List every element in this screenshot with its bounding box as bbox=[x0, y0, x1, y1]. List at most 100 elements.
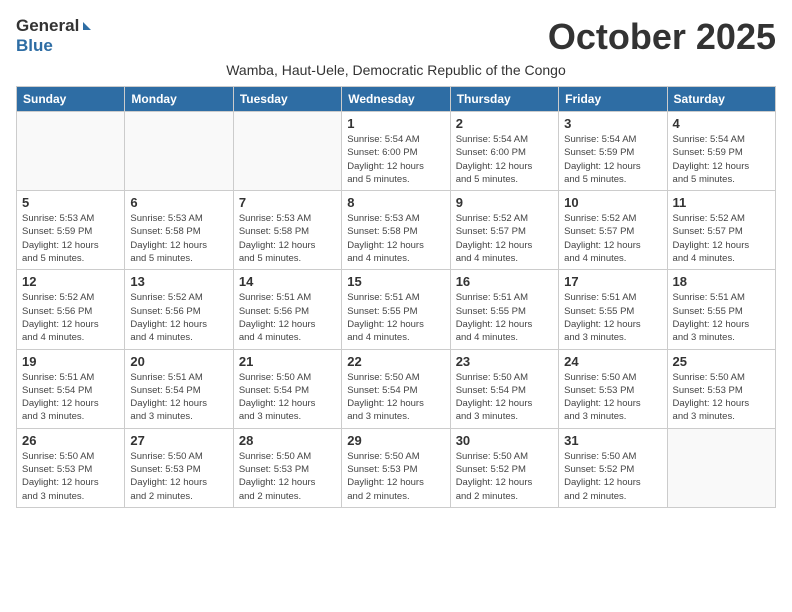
day-info: Sunrise: 5:51 AM Sunset: 5:55 PM Dayligh… bbox=[347, 291, 444, 344]
day-number: 10 bbox=[564, 195, 661, 210]
calendar-day-cell: 22 Sunrise: 5:50 AM Sunset: 5:54 PM Dayli… bbox=[342, 349, 450, 428]
day-number: 2 bbox=[456, 116, 553, 131]
day-info: Sunrise: 5:50 AM Sunset: 5:52 PM Dayligh… bbox=[564, 450, 661, 503]
day-number: 21 bbox=[239, 354, 336, 369]
weekday-header-cell: Friday bbox=[559, 87, 667, 112]
calendar-day-cell bbox=[233, 112, 341, 191]
calendar-day-cell bbox=[667, 428, 775, 507]
day-info: Sunrise: 5:51 AM Sunset: 5:55 PM Dayligh… bbox=[456, 291, 553, 344]
calendar-day-cell: 23 Sunrise: 5:50 AM Sunset: 5:54 PM Dayli… bbox=[450, 349, 558, 428]
calendar-day-cell: 6Sunrise: 5:53 AM Sunset: 5:58 PM Daylig… bbox=[125, 191, 233, 270]
day-info: Sunrise: 5:53 AM Sunset: 5:58 PM Dayligh… bbox=[239, 212, 336, 265]
day-number: 27 bbox=[130, 433, 227, 448]
day-number: 20 bbox=[130, 354, 227, 369]
calendar-body: 1 Sunrise: 5:54 AM Sunset: 6:00 PM Daylig… bbox=[17, 112, 776, 508]
weekday-header-cell: Wednesday bbox=[342, 87, 450, 112]
calendar-day-cell: 26 Sunrise: 5:50 AM Sunset: 5:53 PM Dayli… bbox=[17, 428, 125, 507]
calendar-day-cell: 28 Sunrise: 5:50 AM Sunset: 5:53 PM Dayli… bbox=[233, 428, 341, 507]
calendar-day-cell: 18 Sunrise: 5:51 AM Sunset: 5:55 PM Dayli… bbox=[667, 270, 775, 349]
calendar-day-cell: 25Sunrise: 5:50 AM Sunset: 5:53 PM Dayli… bbox=[667, 349, 775, 428]
calendar-day-cell: 20Sunrise: 5:51 AM Sunset: 5:54 PM Dayli… bbox=[125, 349, 233, 428]
logo-general: General bbox=[16, 16, 79, 36]
day-info: Sunrise: 5:50 AM Sunset: 5:54 PM Dayligh… bbox=[347, 371, 444, 424]
day-info: Sunrise: 5:50 AM Sunset: 5:53 PM Dayligh… bbox=[22, 450, 119, 503]
day-info: Sunrise: 5:50 AM Sunset: 5:53 PM Dayligh… bbox=[347, 450, 444, 503]
weekday-header-cell: Saturday bbox=[667, 87, 775, 112]
calendar-day-cell: 29 Sunrise: 5:50 AM Sunset: 5:53 PM Dayli… bbox=[342, 428, 450, 507]
day-info: Sunrise: 5:52 AM Sunset: 5:57 PM Dayligh… bbox=[456, 212, 553, 265]
day-number: 1 bbox=[347, 116, 444, 131]
day-number: 31 bbox=[564, 433, 661, 448]
day-info: Sunrise: 5:54 AM Sunset: 5:59 PM Dayligh… bbox=[673, 133, 770, 186]
calendar-subtitle: Wamba, Haut-Uele, Democratic Republic of… bbox=[16, 62, 776, 78]
calendar-day-cell: 30Sunrise: 5:50 AM Sunset: 5:52 PM Dayli… bbox=[450, 428, 558, 507]
day-info: Sunrise: 5:50 AM Sunset: 5:53 PM Dayligh… bbox=[130, 450, 227, 503]
calendar-day-cell bbox=[125, 112, 233, 191]
calendar-week-row: 5 Sunrise: 5:53 AM Sunset: 5:59 PM Daylig… bbox=[17, 191, 776, 270]
calendar-day-cell: 19Sunrise: 5:51 AM Sunset: 5:54 PM Dayli… bbox=[17, 349, 125, 428]
calendar-day-cell: 13 Sunrise: 5:52 AM Sunset: 5:56 PM Dayli… bbox=[125, 270, 233, 349]
calendar-day-cell: 31 Sunrise: 5:50 AM Sunset: 5:52 PM Dayli… bbox=[559, 428, 667, 507]
calendar-day-cell: 14 Sunrise: 5:51 AM Sunset: 5:56 PM Dayli… bbox=[233, 270, 341, 349]
weekday-header-row: SundayMondayTuesdayWednesdayThursdayFrid… bbox=[17, 87, 776, 112]
calendar-day-cell: 10Sunrise: 5:52 AM Sunset: 5:57 PM Dayli… bbox=[559, 191, 667, 270]
day-number: 22 bbox=[347, 354, 444, 369]
day-number: 29 bbox=[347, 433, 444, 448]
weekday-header-cell: Tuesday bbox=[233, 87, 341, 112]
day-number: 8 bbox=[347, 195, 444, 210]
day-number: 7 bbox=[239, 195, 336, 210]
calendar-week-row: 26 Sunrise: 5:50 AM Sunset: 5:53 PM Dayli… bbox=[17, 428, 776, 507]
calendar-day-cell: 4 Sunrise: 5:54 AM Sunset: 5:59 PM Daylig… bbox=[667, 112, 775, 191]
day-info: Sunrise: 5:54 AM Sunset: 6:00 PM Dayligh… bbox=[456, 133, 553, 186]
day-number: 23 bbox=[456, 354, 553, 369]
day-info: Sunrise: 5:50 AM Sunset: 5:53 PM Dayligh… bbox=[564, 371, 661, 424]
day-info: Sunrise: 5:52 AM Sunset: 5:57 PM Dayligh… bbox=[673, 212, 770, 265]
day-info: Sunrise: 5:50 AM Sunset: 5:52 PM Dayligh… bbox=[456, 450, 553, 503]
day-number: 24 bbox=[564, 354, 661, 369]
day-number: 6 bbox=[130, 195, 227, 210]
day-info: Sunrise: 5:53 AM Sunset: 5:58 PM Dayligh… bbox=[347, 212, 444, 265]
day-number: 19 bbox=[22, 354, 119, 369]
day-number: 18 bbox=[673, 274, 770, 289]
day-number: 13 bbox=[130, 274, 227, 289]
day-number: 16 bbox=[456, 274, 553, 289]
day-info: Sunrise: 5:51 AM Sunset: 5:55 PM Dayligh… bbox=[673, 291, 770, 344]
day-number: 5 bbox=[22, 195, 119, 210]
calendar-day-cell: 24 Sunrise: 5:50 AM Sunset: 5:53 PM Dayli… bbox=[559, 349, 667, 428]
day-number: 3 bbox=[564, 116, 661, 131]
day-info: Sunrise: 5:54 AM Sunset: 6:00 PM Dayligh… bbox=[347, 133, 444, 186]
day-info: Sunrise: 5:50 AM Sunset: 5:54 PM Dayligh… bbox=[239, 371, 336, 424]
month-title: October 2025 bbox=[548, 16, 776, 58]
logo: General Blue bbox=[16, 16, 91, 56]
day-info: Sunrise: 5:52 AM Sunset: 5:56 PM Dayligh… bbox=[130, 291, 227, 344]
day-number: 9 bbox=[456, 195, 553, 210]
calendar-day-cell: 3Sunrise: 5:54 AM Sunset: 5:59 PM Daylig… bbox=[559, 112, 667, 191]
day-info: Sunrise: 5:51 AM Sunset: 5:56 PM Dayligh… bbox=[239, 291, 336, 344]
day-number: 17 bbox=[564, 274, 661, 289]
day-info: Sunrise: 5:51 AM Sunset: 5:55 PM Dayligh… bbox=[564, 291, 661, 344]
calendar-day-cell bbox=[17, 112, 125, 191]
weekday-header-cell: Monday bbox=[125, 87, 233, 112]
day-info: Sunrise: 5:50 AM Sunset: 5:53 PM Dayligh… bbox=[239, 450, 336, 503]
day-number: 26 bbox=[22, 433, 119, 448]
day-number: 28 bbox=[239, 433, 336, 448]
calendar-day-cell: 11Sunrise: 5:52 AM Sunset: 5:57 PM Dayli… bbox=[667, 191, 775, 270]
logo-blue: Blue bbox=[16, 36, 53, 55]
calendar-day-cell: 5 Sunrise: 5:53 AM Sunset: 5:59 PM Daylig… bbox=[17, 191, 125, 270]
calendar-day-cell: 7 Sunrise: 5:53 AM Sunset: 5:58 PM Daylig… bbox=[233, 191, 341, 270]
calendar-week-row: 12 Sunrise: 5:52 AM Sunset: 5:56 PM Dayli… bbox=[17, 270, 776, 349]
calendar-table: SundayMondayTuesdayWednesdayThursdayFrid… bbox=[16, 86, 776, 508]
day-number: 4 bbox=[673, 116, 770, 131]
day-number: 14 bbox=[239, 274, 336, 289]
calendar-day-cell: 16 Sunrise: 5:51 AM Sunset: 5:55 PM Dayli… bbox=[450, 270, 558, 349]
day-info: Sunrise: 5:50 AM Sunset: 5:54 PM Dayligh… bbox=[456, 371, 553, 424]
day-number: 12 bbox=[22, 274, 119, 289]
weekday-header-cell: Thursday bbox=[450, 87, 558, 112]
calendar-day-cell: 2 Sunrise: 5:54 AM Sunset: 6:00 PM Daylig… bbox=[450, 112, 558, 191]
calendar-day-cell: 1 Sunrise: 5:54 AM Sunset: 6:00 PM Daylig… bbox=[342, 112, 450, 191]
calendar-day-cell: 21 Sunrise: 5:50 AM Sunset: 5:54 PM Dayli… bbox=[233, 349, 341, 428]
day-info: Sunrise: 5:50 AM Sunset: 5:53 PM Dayligh… bbox=[673, 371, 770, 424]
calendar-week-row: 19Sunrise: 5:51 AM Sunset: 5:54 PM Dayli… bbox=[17, 349, 776, 428]
day-info: Sunrise: 5:53 AM Sunset: 5:59 PM Dayligh… bbox=[22, 212, 119, 265]
calendar-day-cell: 15Sunrise: 5:51 AM Sunset: 5:55 PM Dayli… bbox=[342, 270, 450, 349]
